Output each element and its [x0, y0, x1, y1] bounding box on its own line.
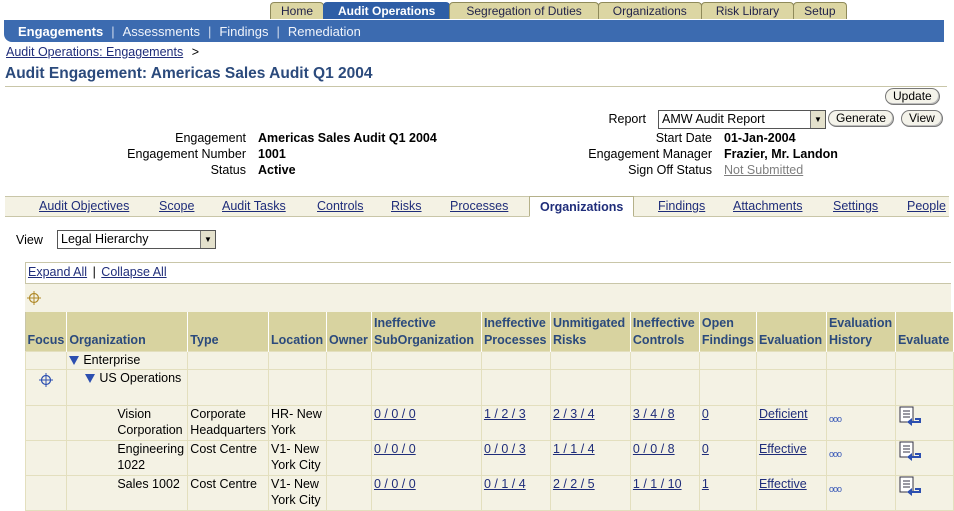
tab-controls[interactable]: Controls: [317, 199, 364, 213]
collapse-triangle-icon[interactable]: [85, 373, 96, 383]
update-button[interactable]: Update: [885, 88, 940, 105]
table-row: Engineering 1022 Cost Centre V1- New Yor…: [24, 439, 954, 476]
tab-audit-tasks[interactable]: Audit Tasks: [222, 199, 286, 213]
tab-setup[interactable]: Setup: [793, 2, 847, 19]
tree-actions: Expand All | Collapse All: [28, 265, 167, 279]
page-title: Audit Engagement: Americas Sales Audit Q…: [5, 65, 373, 82]
col-evaluation-history[interactable]: Evaluation History: [826, 312, 896, 351]
open-findings-link[interactable]: 0: [702, 407, 709, 421]
start-date-label: Start Date: [655, 131, 712, 145]
open-findings-link[interactable]: 1: [702, 477, 709, 491]
evaluation-history-icon[interactable]: ooo: [829, 484, 842, 494]
secondary-nav-bar: Engagements | Assessments | Findings | R…: [4, 20, 944, 42]
status-label: Status: [210, 163, 246, 177]
col-evaluate: Evaluate: [895, 312, 954, 351]
view-label: View: [16, 233, 43, 247]
tab-attachments[interactable]: Attachments: [733, 199, 802, 213]
collapse-triangle-icon[interactable]: [69, 355, 80, 365]
col-open-findings[interactable]: Open Findings: [699, 312, 757, 351]
global-tabs: Home Audit Operations Segregation of Dut…: [270, 2, 847, 19]
evaluate-icon[interactable]: [898, 476, 922, 498]
table-row: US Operations: [24, 368, 954, 406]
organizations-table: Focus Organization Type Location Owner I…: [24, 312, 954, 511]
col-ineffective-suborganization[interactable]: Ineffective SubOrganization: [371, 312, 482, 351]
evaluate-icon[interactable]: [898, 406, 922, 428]
engagement-sub-tabs: Audit Objectives Scope Audit Tasks Contr…: [5, 196, 949, 217]
col-unmitigated-risks[interactable]: Unmitigated Risks: [550, 312, 631, 351]
breadcrumb: Audit Operations: Engagements >: [6, 45, 199, 59]
collapse-all-link[interactable]: Collapse All: [101, 265, 166, 279]
report-select[interactable]: AMW Audit Report ▼: [658, 110, 826, 129]
table-row: Sales 1002 Cost Centre V1- New York City…: [24, 474, 954, 511]
table-row: Enterprise: [24, 350, 954, 370]
nav-engagements[interactable]: Engagements: [18, 24, 103, 39]
expand-all-link[interactable]: Expand All: [28, 265, 87, 279]
report-label: Report: [608, 112, 646, 126]
evaluation-link[interactable]: Effective: [759, 442, 807, 456]
engagement-value: Americas Sales Audit Q1 2004: [258, 131, 437, 145]
nav-remediation[interactable]: Remediation: [288, 24, 361, 39]
sign-off-status-link[interactable]: Not Submitted: [724, 163, 803, 177]
unmitigated-risks-link[interactable]: 2 / 2 / 5: [553, 477, 595, 491]
chevron-down-icon: ▼: [810, 111, 825, 128]
tab-home[interactable]: Home: [270, 2, 325, 19]
status-value: Active: [258, 163, 296, 177]
tab-audit-operations[interactable]: Audit Operations: [323, 2, 451, 19]
col-location: Location: [268, 312, 328, 351]
view-button[interactable]: View: [901, 110, 943, 127]
focus-crosshair-icon[interactable]: [27, 291, 41, 305]
view-select[interactable]: Legal Hierarchy ▼: [57, 230, 216, 249]
ineffective-controls-link[interactable]: 1 / 1 / 10: [633, 477, 682, 491]
unmitigated-risks-link[interactable]: 2 / 3 / 4: [553, 407, 595, 421]
sign-off-status-label: Sign Off Status: [628, 163, 712, 177]
ineffective-processes-link[interactable]: 1 / 2 / 3: [484, 407, 526, 421]
tab-people[interactable]: People: [907, 199, 946, 213]
col-type: Type: [187, 312, 270, 351]
col-focus: Focus: [25, 312, 68, 351]
engagement-manager-value: Frazier, Mr. Landon: [724, 147, 838, 161]
engagement-number-value: 1001: [258, 147, 286, 161]
col-owner: Owner: [326, 312, 372, 351]
ineffective-controls-link[interactable]: 0 / 0 / 8: [633, 442, 675, 456]
tab-audit-objectives[interactable]: Audit Objectives: [39, 199, 129, 213]
tab-organizations-sub[interactable]: Organizations: [529, 196, 635, 217]
breadcrumb-link[interactable]: Audit Operations: Engagements: [6, 45, 183, 59]
engagement-manager-label: Engagement Manager: [588, 147, 712, 161]
col-organization: Organization: [66, 312, 189, 351]
col-evaluation: Evaluation: [756, 312, 827, 351]
ineffective-suborg-link[interactable]: 0 / 0 / 0: [374, 442, 416, 456]
start-date-value: 01-Jan-2004: [724, 131, 796, 145]
col-ineffective-processes[interactable]: Ineffective Processes: [481, 312, 551, 351]
generate-button[interactable]: Generate: [828, 110, 895, 127]
chevron-down-icon: ▼: [200, 231, 215, 248]
engagement-number-label: Engagement Number: [127, 147, 246, 161]
tab-risk-library[interactable]: Risk Library: [700, 2, 795, 19]
engagement-label: Engagement: [175, 131, 246, 145]
focus-crosshair-icon[interactable]: [39, 372, 54, 387]
ineffective-suborg-link[interactable]: 0 / 0 / 0: [374, 477, 416, 491]
evaluation-history-icon[interactable]: ooo: [829, 414, 842, 424]
evaluation-link[interactable]: Effective: [759, 477, 807, 491]
unmitigated-risks-link[interactable]: 1 / 1 / 4: [553, 442, 595, 456]
open-findings-link[interactable]: 0: [702, 442, 709, 456]
tab-scope[interactable]: Scope: [159, 199, 194, 213]
focus-toolbar: [25, 283, 951, 312]
ineffective-suborg-link[interactable]: 0 / 0 / 0: [374, 407, 416, 421]
tab-organizations[interactable]: Organizations: [597, 2, 702, 19]
evaluate-icon[interactable]: [898, 441, 922, 463]
tab-settings[interactable]: Settings: [833, 199, 878, 213]
nav-findings[interactable]: Findings: [219, 24, 268, 39]
table-row: Vision Corporation Corporate Headquarter…: [24, 404, 954, 441]
nav-assessments[interactable]: Assessments: [123, 24, 200, 39]
tab-processes[interactable]: Processes: [450, 199, 508, 213]
col-ineffective-controls[interactable]: Ineffective Controls: [630, 312, 700, 351]
evaluation-link[interactable]: Deficient: [759, 407, 808, 421]
tab-risks[interactable]: Risks: [391, 199, 422, 213]
ineffective-processes-link[interactable]: 0 / 0 / 3: [484, 442, 526, 456]
ineffective-controls-link[interactable]: 3 / 4 / 8: [633, 407, 675, 421]
tab-segregation-of-duties[interactable]: Segregation of Duties: [449, 2, 599, 19]
ineffective-processes-link[interactable]: 0 / 1 / 4: [484, 477, 526, 491]
tab-findings-sub[interactable]: Findings: [658, 199, 705, 213]
evaluation-history-icon[interactable]: ooo: [829, 449, 842, 459]
